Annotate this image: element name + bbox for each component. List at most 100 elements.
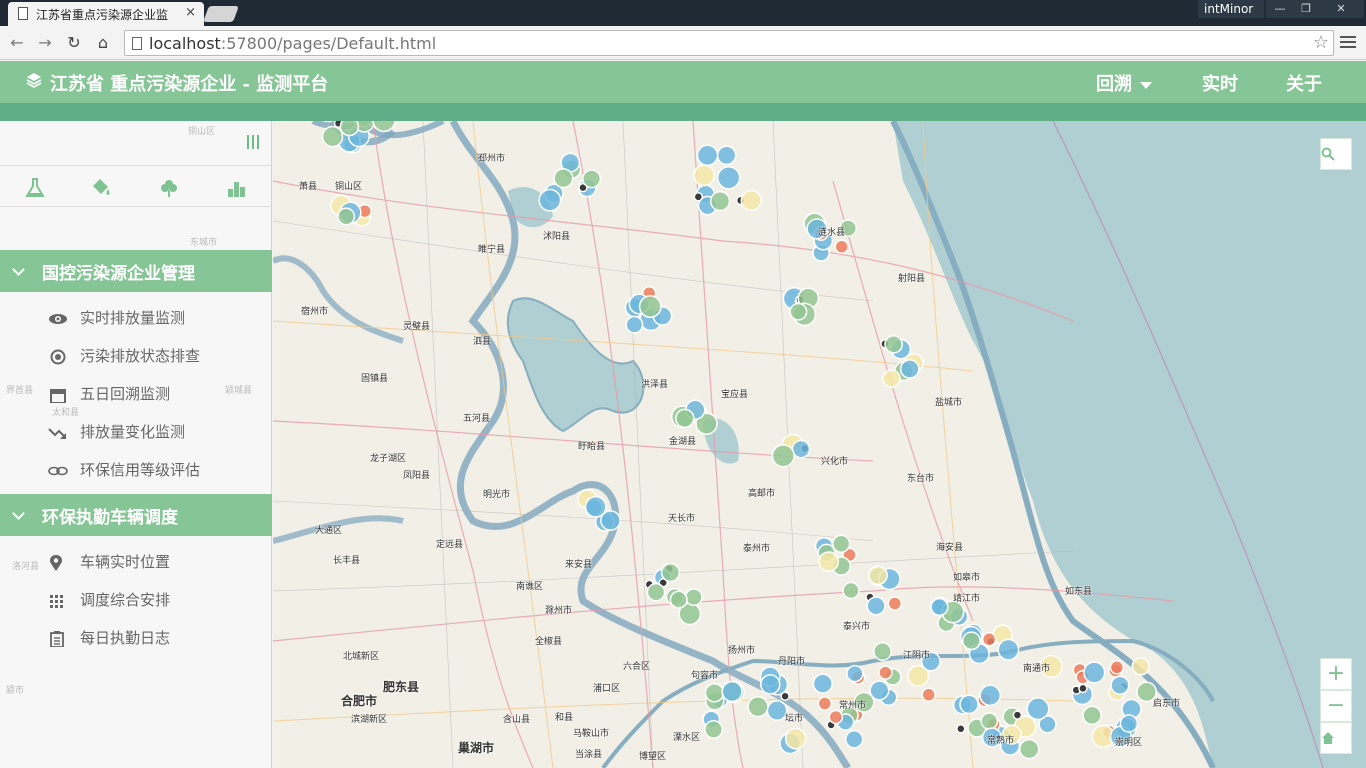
- enterprise-marker[interactable]: [660, 562, 681, 583]
- enterprise-marker[interactable]: [538, 188, 562, 212]
- enterprise-marker[interactable]: [832, 534, 851, 553]
- enterprise-marker[interactable]: [828, 709, 844, 725]
- enterprise-marker[interactable]: [766, 700, 788, 722]
- enterprise-marker[interactable]: [878, 665, 893, 680]
- enterprise-marker[interactable]: [784, 727, 807, 750]
- enterprise-marker[interactable]: [1078, 683, 1088, 694]
- enterprise-marker[interactable]: [669, 590, 688, 609]
- enterprise-marker[interactable]: [846, 664, 864, 683]
- enterprise-marker[interactable]: [747, 696, 769, 718]
- enterprise-marker[interactable]: [638, 295, 662, 319]
- section-enterprise-management[interactable]: 国控污染源企业管理: [0, 250, 272, 292]
- menu-item-dispatch-schedule[interactable]: 调度综合安排: [48, 589, 170, 610]
- menu-item-duty-log[interactable]: 每日执勤日志: [48, 627, 170, 648]
- nav-realtime[interactable]: 实时: [1202, 70, 1238, 96]
- enterprise-marker[interactable]: [866, 596, 886, 616]
- profile-name[interactable]: intMinor: [1198, 0, 1264, 18]
- forward-icon[interactable]: →: [34, 33, 56, 53]
- section-vehicle-dispatch[interactable]: 环保执勤车辆调度: [0, 494, 272, 536]
- enterprise-marker[interactable]: [1083, 661, 1106, 684]
- tree-icon[interactable]: [158, 178, 180, 198]
- enterprise-marker[interactable]: [980, 712, 999, 730]
- nav-about[interactable]: 关于: [1286, 70, 1322, 96]
- enterprise-marker[interactable]: [337, 207, 356, 226]
- enterprise-marker[interactable]: [1018, 738, 1040, 760]
- browser-tab[interactable]: 江苏省重点污染源企业监 ×: [8, 2, 204, 26]
- enterprise-marker[interactable]: [721, 680, 743, 703]
- enterprise-marker[interactable]: [959, 694, 979, 715]
- enterprise-marker[interactable]: [1082, 705, 1102, 726]
- enterprise-marker[interactable]: [921, 687, 936, 702]
- enterprise-marker[interactable]: [791, 439, 811, 459]
- browser-menu-icon[interactable]: [1340, 33, 1356, 51]
- address-bar[interactable]: localhost:57800/pages/Default.html ☆: [124, 30, 1334, 56]
- paint-bucket-icon[interactable]: [90, 178, 112, 198]
- enterprise-marker[interactable]: [582, 169, 602, 189]
- enterprise-marker[interactable]: [704, 719, 724, 739]
- home-icon[interactable]: ⌂: [92, 33, 114, 53]
- enterprise-marker[interactable]: [716, 166, 741, 190]
- restore-icon[interactable]: ❐: [1292, 0, 1320, 18]
- enterprise-marker[interactable]: [981, 631, 997, 647]
- enterprise-marker[interactable]: [869, 680, 890, 701]
- zoom-in-button[interactable]: +: [1320, 658, 1352, 690]
- enterprise-marker[interactable]: [887, 596, 903, 611]
- enterprise-marker[interactable]: [625, 315, 644, 334]
- enterprise-marker[interactable]: [1012, 710, 1023, 720]
- enterprise-marker[interactable]: [584, 495, 607, 518]
- menu-item-five-day-history[interactable]: 五日回溯监测: [48, 383, 170, 404]
- enterprise-marker[interactable]: [956, 724, 966, 734]
- enterprise-marker[interactable]: [930, 597, 949, 617]
- menu-item-realtime-emission[interactable]: 实时排放量监测: [48, 307, 185, 328]
- enterprise-marker[interactable]: [704, 683, 725, 703]
- enterprise-marker[interactable]: [882, 369, 901, 388]
- map-home-button[interactable]: [1320, 722, 1352, 754]
- enterprise-marker[interactable]: [696, 144, 719, 167]
- enterprise-marker[interactable]: [1119, 714, 1139, 733]
- menu-item-vehicle-location[interactable]: 车辆实时位置: [48, 551, 170, 572]
- enterprise-marker[interactable]: [979, 684, 1002, 707]
- menu-item-credit-rating[interactable]: 环保信用等级评估: [48, 459, 200, 480]
- enterprise-marker[interactable]: [842, 581, 860, 600]
- enterprise-marker[interactable]: [884, 334, 903, 354]
- bookmark-star-icon[interactable]: ☆: [1313, 32, 1329, 53]
- map-canvas[interactable]: [273, 121, 1366, 768]
- enterprise-marker[interactable]: [812, 673, 833, 694]
- map-view[interactable]: 邳州市 萧县 铜山区 睢宁县 沭阳县 涟水县 射阳县 宿州市 灵璧县 泗县 洪泽…: [273, 121, 1366, 768]
- enterprise-marker[interactable]: [817, 696, 833, 711]
- enterprise-marker[interactable]: [684, 588, 703, 607]
- enterprise-marker[interactable]: [646, 582, 666, 602]
- enterprise-marker[interactable]: [771, 444, 795, 468]
- close-window-icon[interactable]: ✕: [1318, 0, 1364, 18]
- enterprise-marker[interactable]: [675, 408, 695, 429]
- enterprise-marker[interactable]: [1026, 697, 1050, 721]
- bar-chart-icon[interactable]: [226, 178, 248, 198]
- enterprise-marker[interactable]: [553, 168, 574, 189]
- menu-item-pollution-status[interactable]: 污染排放状态排查: [48, 345, 200, 366]
- enterprise-marker[interactable]: [760, 674, 781, 695]
- enterprise-marker[interactable]: [899, 359, 920, 379]
- flask-icon[interactable]: [24, 178, 46, 198]
- enterprise-marker[interactable]: [716, 145, 737, 166]
- enterprise-marker[interactable]: [789, 302, 808, 321]
- close-tab-icon[interactable]: ×: [185, 5, 196, 20]
- menu-item-emission-change[interactable]: 排放量变化监测: [48, 421, 185, 442]
- enterprise-marker[interactable]: [1110, 675, 1130, 695]
- enterprise-marker[interactable]: [321, 125, 344, 148]
- enterprise-marker[interactable]: [818, 551, 840, 572]
- enterprise-marker[interactable]: [693, 164, 716, 187]
- enterprise-marker[interactable]: [844, 730, 864, 749]
- enterprise-marker[interactable]: [868, 565, 888, 586]
- sidebar-toggle-icon[interactable]: [247, 135, 259, 149]
- nav-history[interactable]: 回溯: [1096, 70, 1152, 96]
- new-tab-button[interactable]: [203, 6, 239, 22]
- enterprise-marker[interactable]: [1131, 657, 1151, 676]
- enterprise-marker[interactable]: [709, 190, 731, 212]
- map-search-button[interactable]: [1320, 138, 1352, 170]
- minimize-icon[interactable]: —: [1266, 0, 1294, 18]
- enterprise-marker[interactable]: [1109, 660, 1125, 675]
- zoom-out-button[interactable]: −: [1320, 690, 1352, 722]
- back-icon[interactable]: ←: [6, 33, 28, 53]
- enterprise-marker[interactable]: [997, 638, 1020, 661]
- enterprise-marker[interactable]: [873, 642, 892, 661]
